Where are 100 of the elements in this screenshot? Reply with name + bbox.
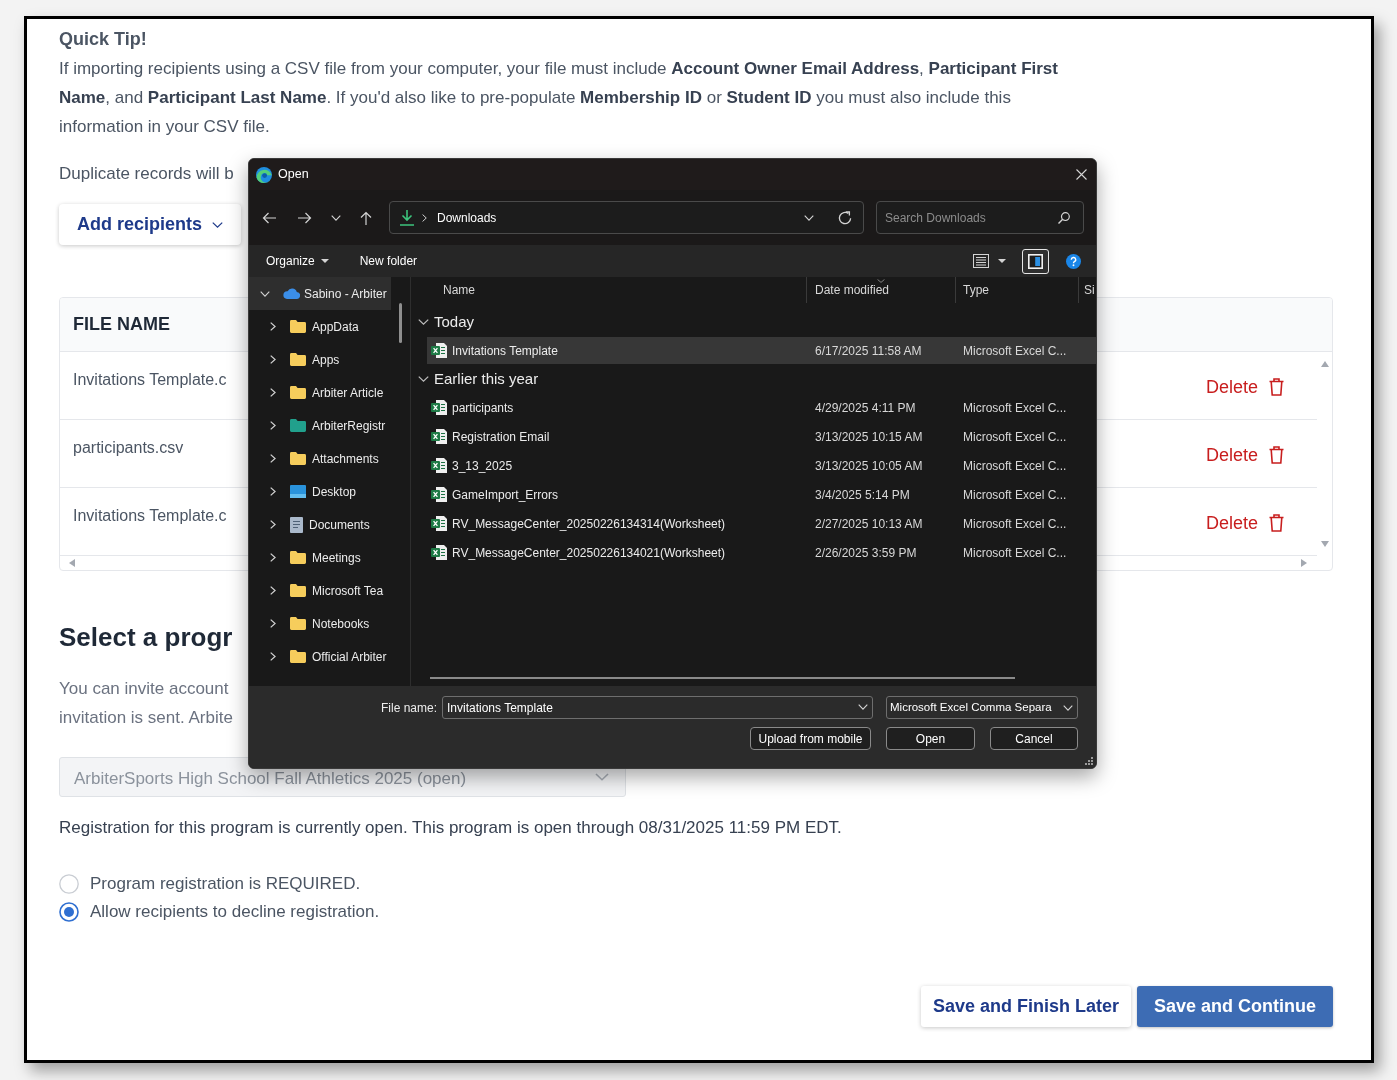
file-row[interactable]: 3_13_2025 3/13/2025 10:05 AM Microsoft Excel C... [427, 452, 1096, 479]
option-label: Allow recipients to decline registration. [90, 901, 380, 924]
chevron-down-icon[interactable] [804, 214, 814, 221]
file-name: participants [452, 399, 514, 417]
file-name-field[interactable]: Invitations Template [442, 696, 873, 719]
secondary-button[interactable]: Save and Finish Later [920, 986, 1131, 1027]
search-icon[interactable] [1058, 212, 1070, 224]
organize-button[interactable]: Organize [266, 252, 329, 270]
scrollbar-thumb[interactable] [399, 303, 402, 343]
add-recipients-button[interactable]: Add recipients [59, 204, 242, 245]
dialog-button[interactable]: Upload from mobile [750, 727, 871, 750]
file-row[interactable]: RV_MessageCenter_20250226134314(Worksheet) 2/27/2025 10:13 AM Microsoft Excel C... [427, 510, 1096, 537]
chevron-right-icon[interactable] [270, 388, 276, 397]
up-arrow-icon[interactable] [360, 210, 372, 225]
file-type-cell-text: Microsoft Excel C... [963, 486, 1067, 504]
file-row[interactable]: Invitations Template 6/17/2025 11:58 AM Microsoft Excel C... [427, 337, 1096, 364]
radio-button[interactable] [59, 902, 79, 922]
trash-icon [1269, 514, 1284, 532]
option-label: Program registration is REQUIRED. [90, 873, 361, 896]
column-header[interactable]: Si [1079, 277, 1096, 303]
caret-down-icon [998, 259, 1006, 263]
refresh-icon[interactable] [838, 210, 852, 225]
chevron-down-icon[interactable] [260, 290, 270, 297]
file-name: RV_MessageCenter_20250226134021(Worksheet) [452, 544, 726, 562]
chevron-right-icon[interactable] [270, 553, 276, 562]
chevron-right-icon[interactable] [270, 619, 276, 628]
tree-item[interactable]: Sabino - Arbiter [249, 277, 391, 310]
chevron-right-icon[interactable] [270, 487, 276, 496]
file-name: RV_MessageCenter_20250226134314(Worksheet) [452, 515, 726, 533]
chevron-down-icon[interactable] [858, 704, 868, 710]
file-row[interactable]: participants 4/29/2025 4:11 PM Microsoft Excel C... [427, 394, 1096, 421]
spreadsheet-file-icon [431, 429, 447, 444]
breadcrumb-item[interactable]: Downloads [437, 208, 497, 227]
spreadsheet-file-icon [431, 487, 447, 502]
tip-title: Quick Tip! [59, 28, 147, 51]
chevron-right-icon[interactable] [270, 586, 276, 595]
close-icon[interactable] [1076, 169, 1087, 180]
back-arrow-icon[interactable] [262, 211, 276, 224]
preview-pane-button[interactable] [1022, 248, 1049, 274]
swirl-logo-icon [256, 166, 272, 183]
tree-item[interactable]: Arbiter Article [249, 376, 391, 409]
grip-icon[interactable] [1085, 757, 1093, 765]
scrollbar-thumb[interactable] [430, 677, 1015, 679]
forward-arrow-icon[interactable] [298, 211, 312, 224]
document-icon [290, 516, 303, 533]
dialog-button[interactable]: Cancel [990, 727, 1078, 750]
chevron-right-icon[interactable] [270, 652, 276, 661]
new-folder-button[interactable]: New folder [359, 252, 418, 270]
tip-text: If importing recipients using a CSV file from your computer, your file must include Account Owner Email Address, Participant First Name, and Participant Last Name. If you'd also like to pre-populate Membership ID or Student ID you must also include this information in your CSV file. [59, 58, 1059, 138]
trash-icon [1269, 446, 1284, 464]
screen-icon [290, 485, 306, 498]
tree-item[interactable]: ArbiterRegistr [249, 409, 391, 442]
chevron-right-icon[interactable] [270, 322, 276, 331]
address-bar[interactable]: Downloads [389, 201, 864, 234]
file-type-cell-text: Microsoft Excel C... [963, 457, 1067, 475]
chevron-right-icon[interactable] [270, 421, 276, 430]
chevron-right-icon[interactable] [270, 454, 276, 463]
delete-button[interactable]: Delete [1205, 441, 1284, 469]
column-header[interactable]: Name [411, 277, 807, 303]
delete-button[interactable]: Delete [1205, 509, 1284, 537]
column-header: FILE NAME [73, 313, 170, 336]
file-type-select[interactable]: Microsoft Excel Comma Separa [886, 696, 1078, 719]
file-name: Invitations Template [452, 342, 558, 360]
primary-button[interactable]: Save and Continue [1136, 986, 1333, 1027]
spreadsheet-file-icon [431, 343, 447, 358]
column-header[interactable]: Date modified [807, 277, 956, 303]
tree-item[interactable]: Meetings [249, 541, 391, 574]
file-row[interactable]: RV_MessageCenter_20250226134021(Worksheet) 2/26/2025 3:59 PM Microsoft Excel C... [427, 539, 1096, 566]
duplicate-note: Duplicate records will b [59, 163, 234, 185]
tree-item[interactable]: Microsoft Tea [249, 574, 391, 607]
spreadsheet-file-icon [431, 400, 447, 415]
file-type-cell-text: Microsoft Excel C... [963, 342, 1067, 360]
tree-item[interactable]: Notebooks [249, 607, 391, 640]
tree-item[interactable]: Attachments [249, 442, 391, 475]
dialog-button[interactable]: Open [886, 727, 975, 750]
delete-button[interactable]: Delete [1205, 373, 1284, 401]
file-row[interactable]: Registration Email 3/13/2025 10:15 AM Microsoft Excel C... [427, 423, 1096, 450]
description-text: You can invite account [59, 678, 229, 700]
tree-item[interactable]: AppData [249, 310, 391, 343]
chevron-right-icon[interactable] [270, 355, 276, 364]
column-header[interactable]: Type [956, 277, 1079, 303]
tree-item[interactable]: Documents [249, 508, 391, 541]
date-modified-cell-text: 2/26/2025 3:59 PM [815, 544, 917, 562]
group-header[interactable]: Today [411, 308, 1096, 336]
tree-item[interactable]: Desktop [249, 475, 391, 508]
file-type-cell-text: Microsoft Excel C... [963, 515, 1067, 533]
date-modified-cell-text: 3/13/2025 10:15 AM [815, 428, 923, 446]
file-row[interactable]: GameImport_Errors 3/4/2025 5:14 PM Microsoft Excel C... [427, 481, 1096, 508]
help-icon[interactable] [1066, 253, 1081, 269]
pane-layout-icon [1028, 253, 1043, 269]
file-name-cell-text: Invitations Template.c [73, 370, 227, 390]
tree-item[interactable]: Official Arbiter [249, 640, 391, 673]
view-options-button[interactable] [973, 254, 1006, 268]
search-field[interactable]: Search Downloads [876, 201, 1084, 234]
group-header[interactable]: Earlier this year [411, 365, 1096, 393]
chevron-right-icon[interactable] [270, 520, 276, 529]
spreadsheet-file-icon [431, 545, 447, 560]
chevron-down-icon [877, 279, 885, 283]
tree-item[interactable]: Apps [249, 343, 391, 376]
chevron-down-icon[interactable] [331, 214, 341, 221]
